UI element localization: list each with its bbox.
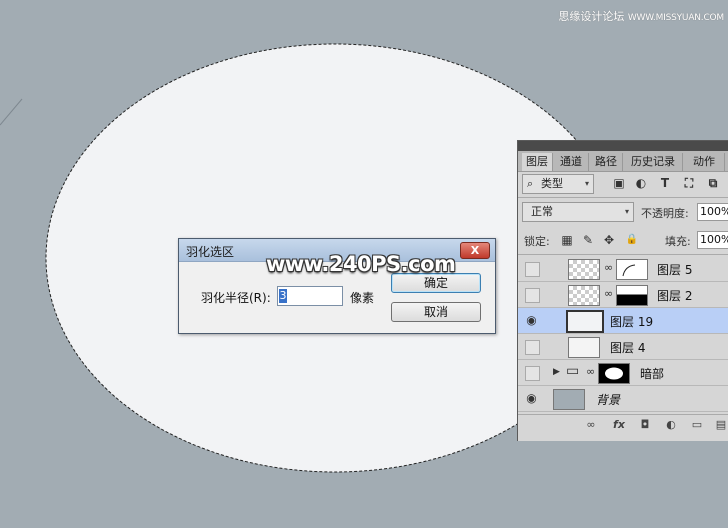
layer-row[interactable]: 图层 4: [518, 334, 728, 360]
chevron-down-icon: ▾: [584, 179, 589, 188]
fx-icon[interactable]: fx: [612, 418, 626, 432]
image-filter-icon[interactable]: ▣: [612, 176, 626, 190]
blend-row: 正常 ▾ 不透明度: 100%: [518, 202, 728, 224]
blend-mode-label: 正常: [531, 205, 553, 218]
fill-input[interactable]: 100%: [697, 231, 728, 249]
new-group-icon[interactable]: ▭: [690, 418, 704, 432]
layer-thumbnail: [568, 337, 600, 358]
layer-mask-thumbnail[interactable]: [616, 285, 648, 306]
search-icon: ⌕: [527, 177, 534, 190]
tab-layers[interactable]: 图层: [522, 153, 553, 171]
lock-label: 锁定:: [524, 235, 550, 248]
opacity-label: 不透明度:: [641, 207, 689, 220]
add-mask-icon[interactable]: ◘: [638, 418, 652, 432]
link-icon: ∞: [586, 365, 596, 378]
fill-label: 填充:: [665, 235, 691, 248]
layer-name: 暗部: [640, 367, 665, 381]
divider: [518, 254, 728, 255]
filter-kind-label: 类型: [541, 177, 563, 190]
feather-radius-value: 3: [279, 289, 287, 303]
folder-icon: ▭: [566, 363, 580, 379]
visibility-toggle[interactable]: [525, 340, 540, 355]
lock-all-icon[interactable]: 🔒: [625, 233, 639, 247]
feather-radius-label: 羽化半径(R):: [201, 291, 271, 305]
site-watermark: www.240PS.com: [266, 252, 456, 276]
layer-row[interactable]: ∞ 图层 2: [518, 282, 728, 308]
tab-actions[interactable]: 动作: [684, 153, 725, 171]
adjustment-layer-icon[interactable]: ◐: [664, 418, 678, 432]
layer-row[interactable]: ∞ 图层 5: [518, 256, 728, 282]
layer-name: 图层 5: [657, 263, 693, 277]
expand-arrow-icon[interactable]: ▶: [553, 367, 560, 377]
tab-paths[interactable]: 路径: [590, 153, 623, 171]
panel-footer: ∞ fx ◘ ◐ ▭ ▤: [518, 414, 728, 435]
mask-shape: [622, 264, 636, 277]
panel-tabs: 图层 通道 路径 历史记录 动作: [518, 151, 728, 172]
lock-transparency-icon[interactable]: ▦: [560, 233, 574, 247]
layer-thumbnail: [553, 389, 585, 410]
filter-kind-select[interactable]: ⌕ 类型 ▾: [522, 174, 594, 194]
panel-header-strip[interactable]: [518, 141, 728, 151]
new-layer-icon[interactable]: ▤: [714, 418, 728, 432]
type-filter-icon[interactable]: T: [658, 176, 672, 190]
ok-button[interactable]: 确定: [391, 273, 481, 293]
layer-name: 背景: [596, 393, 621, 407]
mask-shape: [605, 367, 623, 380]
tab-history[interactable]: 历史记录: [624, 153, 683, 171]
eye-icon[interactable]: ◉: [525, 314, 538, 327]
cancel-button[interactable]: 取消: [391, 302, 481, 322]
link-layers-icon[interactable]: ∞: [584, 418, 598, 432]
tab-channels[interactable]: 通道: [554, 153, 589, 171]
eye-icon[interactable]: ◉: [525, 392, 538, 405]
visibility-toggle[interactable]: [525, 366, 540, 381]
layer-row[interactable]: ◉ 背景: [518, 386, 728, 412]
dialog-title: 羽化选区: [186, 245, 235, 259]
chevron-down-icon: ▾: [624, 207, 629, 216]
lock-pixels-icon[interactable]: ✎: [581, 233, 595, 247]
link-icon: ∞: [604, 287, 614, 300]
layer-name: 图层 4: [610, 341, 646, 355]
layer-name: 图层 19: [610, 315, 654, 329]
layer-thumbnail: [566, 310, 604, 333]
layer-name: 图层 2: [657, 289, 693, 303]
divider: [518, 197, 728, 198]
filter-row: ⌕ 类型 ▾ ▣ ◐ T ⛶ ⧉: [518, 174, 728, 196]
layers-panel: 图层 通道 路径 历史记录 动作 ⌕ 类型 ▾ ▣ ◐ T ⛶ ⧉ 正常 ▾ 不…: [517, 140, 728, 441]
visibility-toggle[interactable]: [525, 262, 540, 277]
unit-label: 像素: [350, 291, 375, 305]
close-icon: X: [470, 244, 480, 257]
canvas-corner-line: [0, 98, 23, 126]
layer-group-row[interactable]: ▶ ▭ ∞ 暗部: [518, 360, 728, 386]
adjustment-filter-icon[interactable]: ◐: [634, 176, 648, 190]
link-icon: ∞: [604, 261, 614, 274]
shape-filter-icon[interactable]: ⛶: [682, 176, 696, 190]
opacity-input[interactable]: 100%: [697, 203, 728, 221]
visibility-toggle[interactable]: [525, 288, 540, 303]
close-button[interactable]: X: [460, 242, 490, 259]
group-mask-thumbnail[interactable]: [598, 363, 630, 384]
layer-row-selected[interactable]: ◉ 图层 19: [518, 308, 728, 334]
forum-watermark: 思缘设计论坛 WWW.MISSYUAN.COM: [558, 10, 724, 23]
smart-object-filter-icon[interactable]: ⧉: [706, 176, 720, 190]
layer-mask-thumbnail[interactable]: [616, 259, 648, 280]
blend-mode-select[interactable]: 正常 ▾: [522, 202, 634, 222]
lock-position-icon[interactable]: ✥: [602, 233, 616, 247]
layer-thumbnail: [568, 259, 600, 280]
lock-row: 锁定: ▦ ✎ ✥ 🔒 填充: 100%: [518, 231, 728, 251]
layer-thumbnail: [568, 285, 600, 306]
